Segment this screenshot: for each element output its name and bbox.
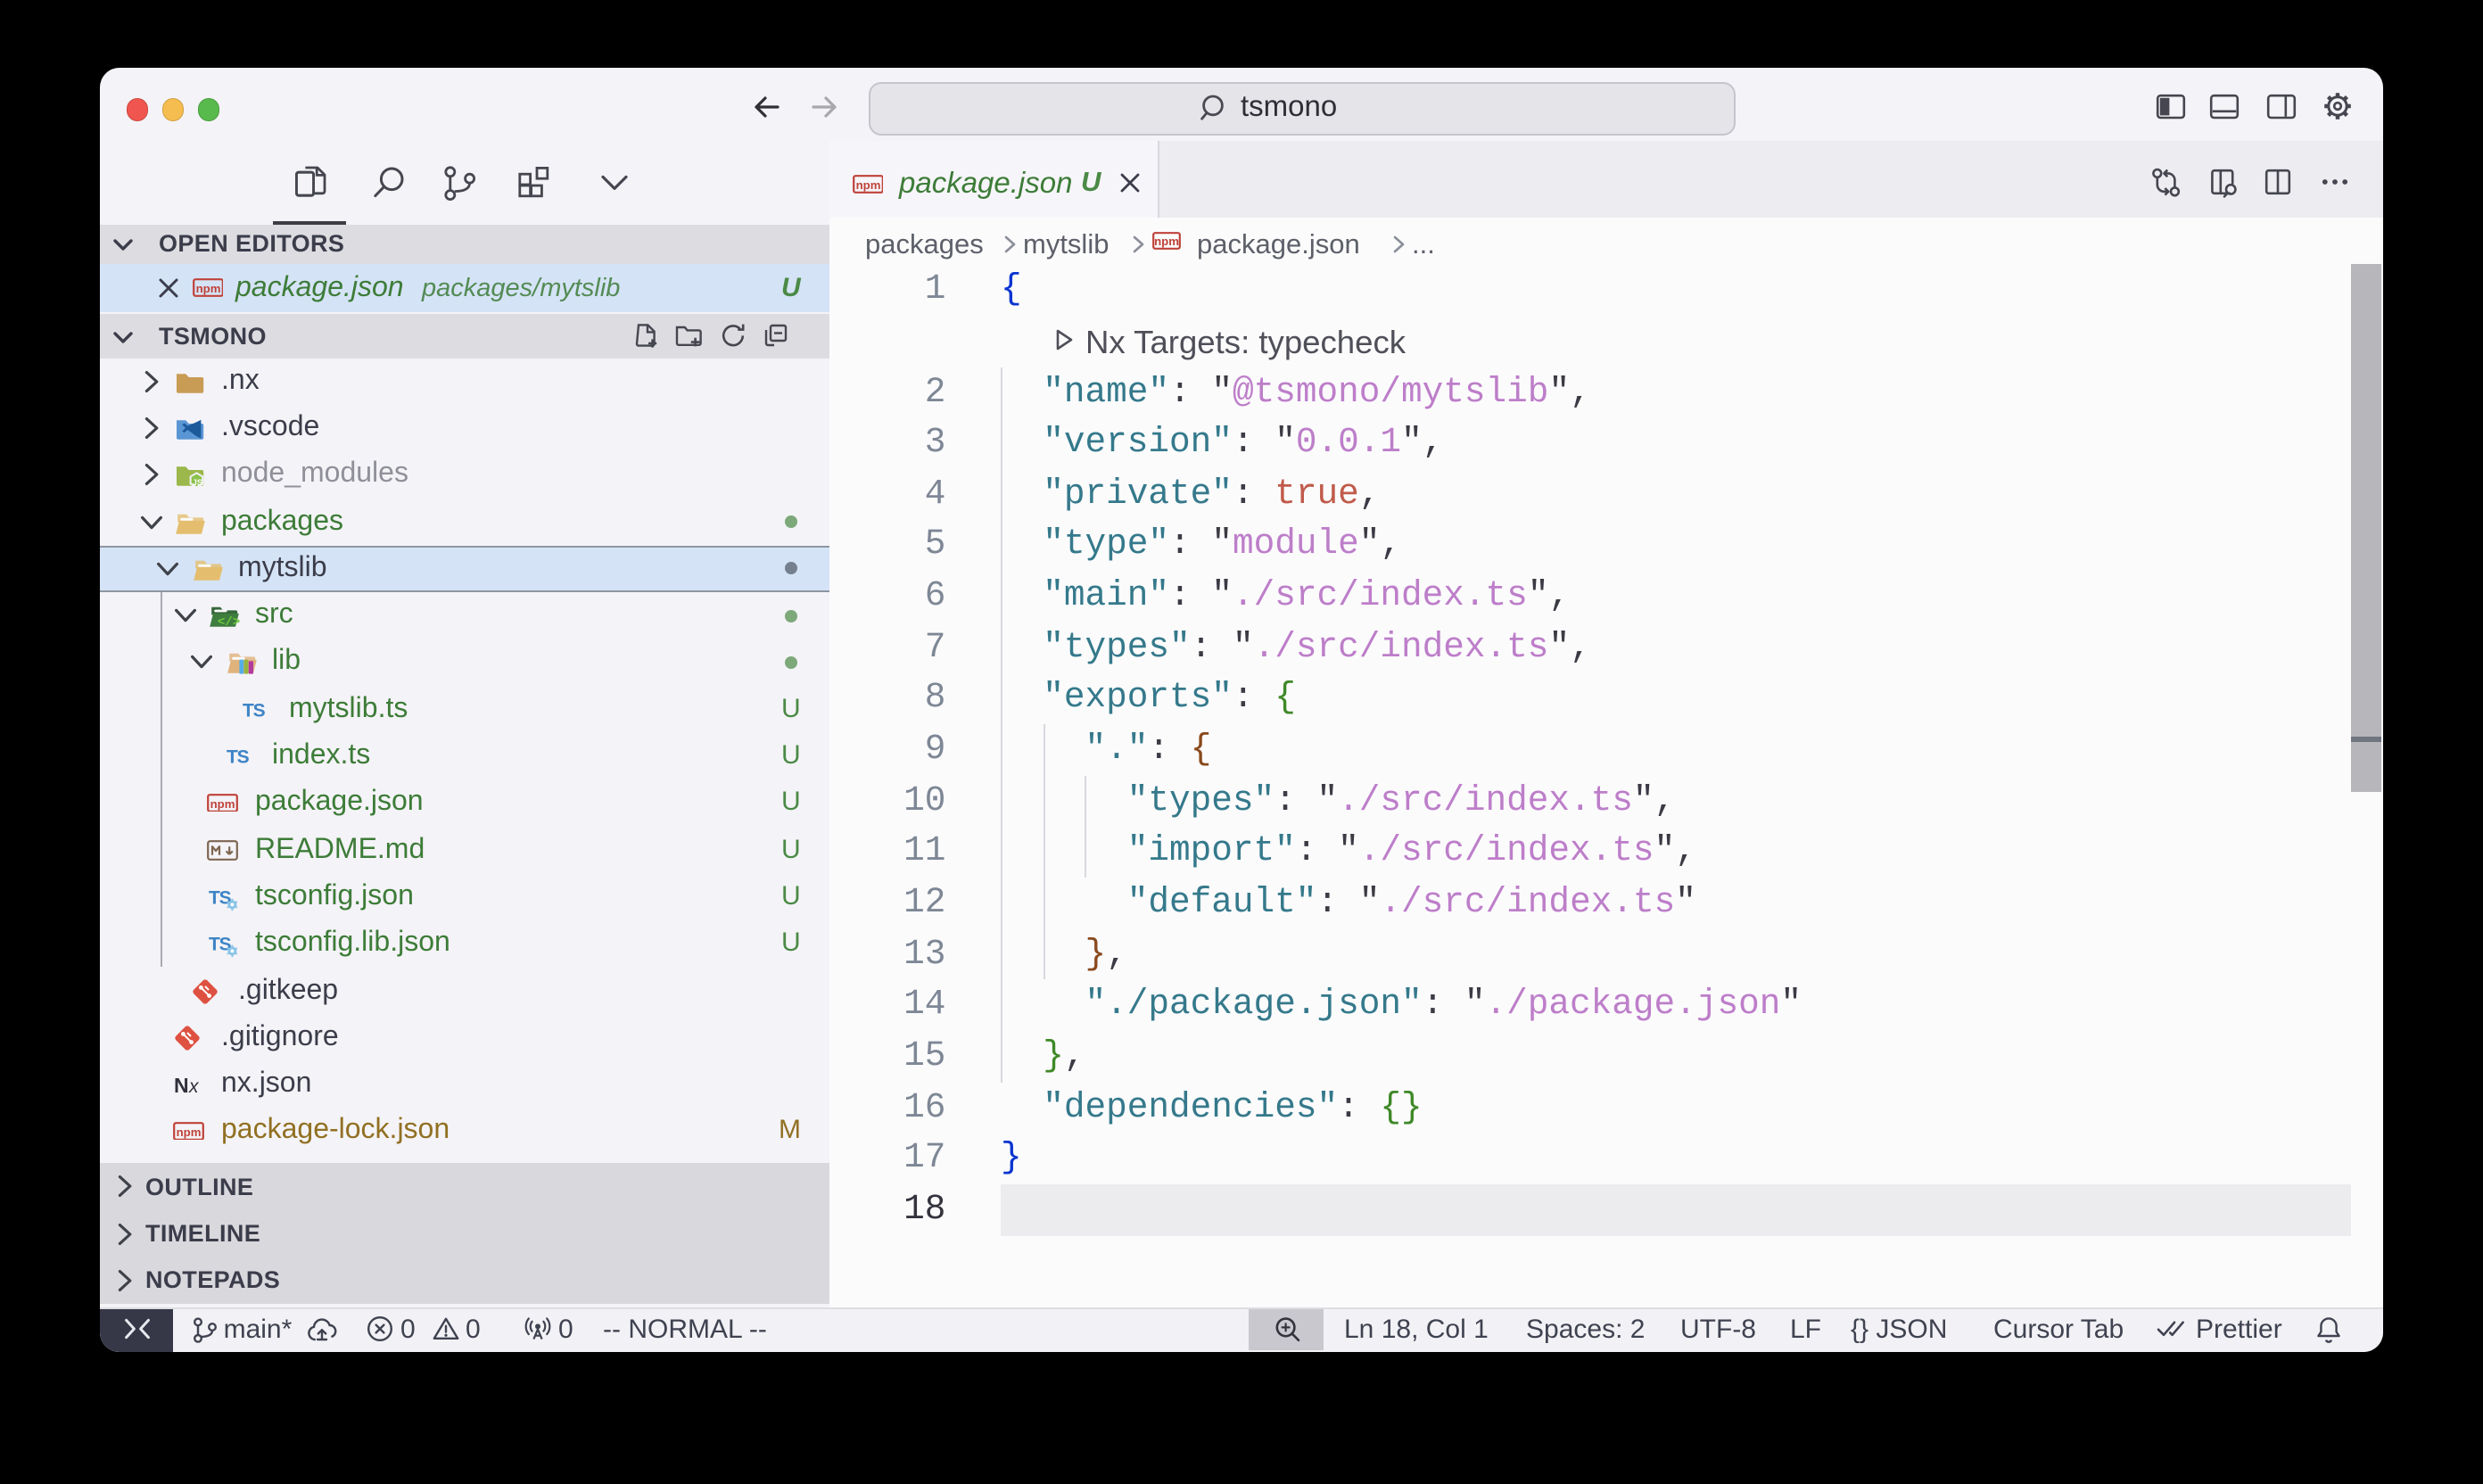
svg-text:TS: TS	[226, 747, 249, 768]
svg-text:N: N	[174, 1074, 189, 1097]
svg-text:npm: npm	[1153, 235, 1178, 248]
svg-text:x: x	[188, 1076, 200, 1097]
svg-text:</>: </>	[218, 615, 240, 630]
svg-text:JS: JS	[193, 478, 202, 487]
svg-text:npm: npm	[195, 282, 220, 295]
svg-text:npm: npm	[855, 178, 880, 192]
svg-text:npm: npm	[210, 796, 235, 810]
svg-text:TS: TS	[243, 700, 266, 721]
svg-text:npm: npm	[177, 1125, 202, 1139]
